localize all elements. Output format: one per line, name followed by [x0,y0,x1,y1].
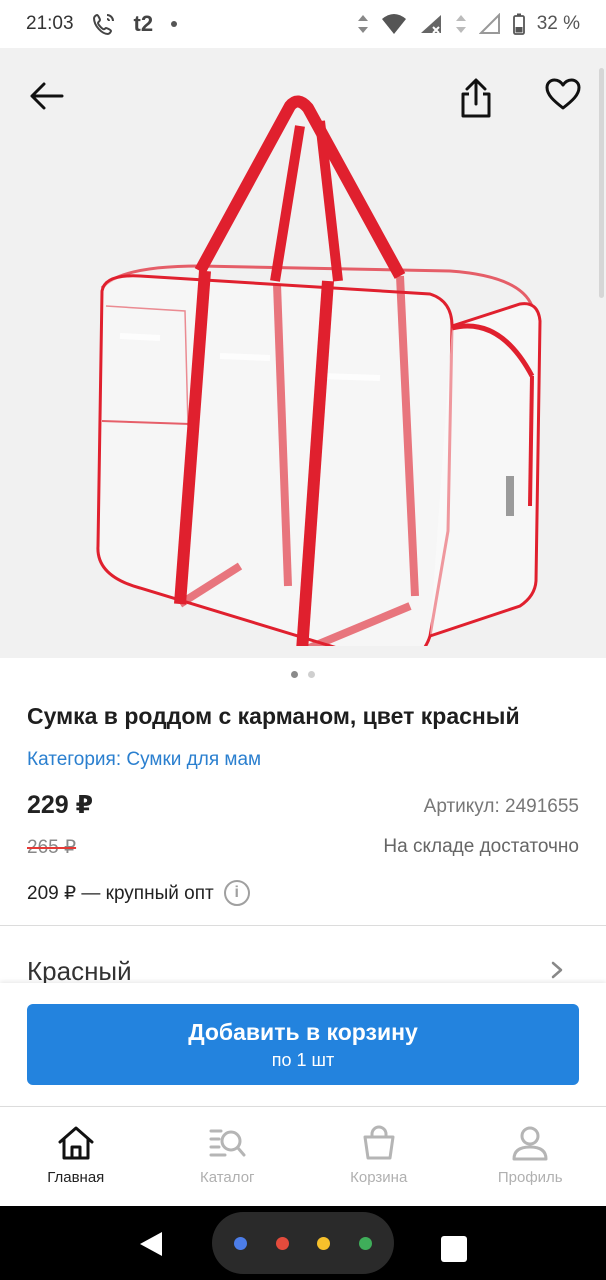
data-arrows-icon-2 [455,13,467,35]
wifi-icon [381,13,407,35]
pager-dot[interactable] [308,671,315,678]
system-navigation-bar [0,1206,606,1280]
divider [0,925,606,926]
color-selector[interactable]: Красный [0,950,606,984]
cart-bag-icon [363,1125,395,1160]
wholesale-price-row: 209 ₽ — крупный опт i [27,880,250,906]
product-gallery[interactable] [0,48,606,658]
battery-icon [512,13,525,35]
home-icon [58,1126,94,1160]
info-icon[interactable]: i [223,880,250,906]
system-back-icon[interactable] [138,1230,164,1258]
carrier-label: t2 [133,11,154,36]
article-number: Артикул: 2491655 [423,796,579,817]
product-image[interactable] [80,76,550,646]
nav-profile-label: Профиль [497,1169,563,1186]
product-price: 229 ₽ [27,791,94,819]
pager-dot-active[interactable] [291,671,298,678]
assistant-dot-red [275,1236,289,1250]
assistant-dot-blue [234,1236,248,1250]
add-to-cart-label: Добавить в корзину [188,1018,418,1045]
wifi-call-icon [92,12,116,36]
assistant-dot-green [358,1236,372,1250]
nav-catalog[interactable]: Каталог [152,1107,304,1206]
system-recents-icon[interactable] [441,1236,467,1262]
arrow-left-icon [30,82,64,110]
nav-home[interactable]: Главная [0,1107,152,1206]
signal-icon [419,13,443,35]
image-pager [0,671,606,678]
assistant-dot-yellow [317,1236,331,1250]
status-bar: 21:03 t2 32 % [0,0,606,48]
scrollbar[interactable] [599,68,604,298]
product-title: Сумка в роддом с карманом, цвет красный [27,703,520,729]
nav-cart[interactable]: Корзина [303,1107,455,1206]
status-time: 21:03 [26,13,74,34]
nav-cart-label: Корзина [350,1169,408,1186]
chevron-right-icon [551,961,563,979]
category-link[interactable]: Категория: Сумки для мам [27,749,261,771]
back-button[interactable] [18,68,74,124]
notification-dot-icon [171,21,178,27]
add-to-cart-button[interactable]: Добавить в корзину по 1 шт [27,1004,579,1085]
color-value: Красный [27,956,132,984]
battery-percent: 32 % [536,13,580,34]
wholesale-price: 209 ₽ — крупный опт [27,882,214,904]
nav-profile[interactable]: Профиль [455,1107,606,1206]
old-price: 265 ₽ [27,837,77,858]
data-arrows-icon [357,13,369,35]
bottom-navigation: Главная Каталог Корзина Профиль [0,1106,606,1206]
stock-status: На складе достаточно [383,836,579,857]
nav-home-label: Главная [47,1169,105,1186]
assistant-pill[interactable] [212,1212,394,1274]
quantity-label: по 1 шт [271,1049,335,1070]
cart-panel: Добавить в корзину по 1 шт [0,983,606,1105]
catalog-search-icon [209,1129,246,1157]
signal-empty-icon [478,13,501,35]
nav-catalog-label: Каталог [199,1169,255,1186]
profile-icon [512,1126,548,1161]
